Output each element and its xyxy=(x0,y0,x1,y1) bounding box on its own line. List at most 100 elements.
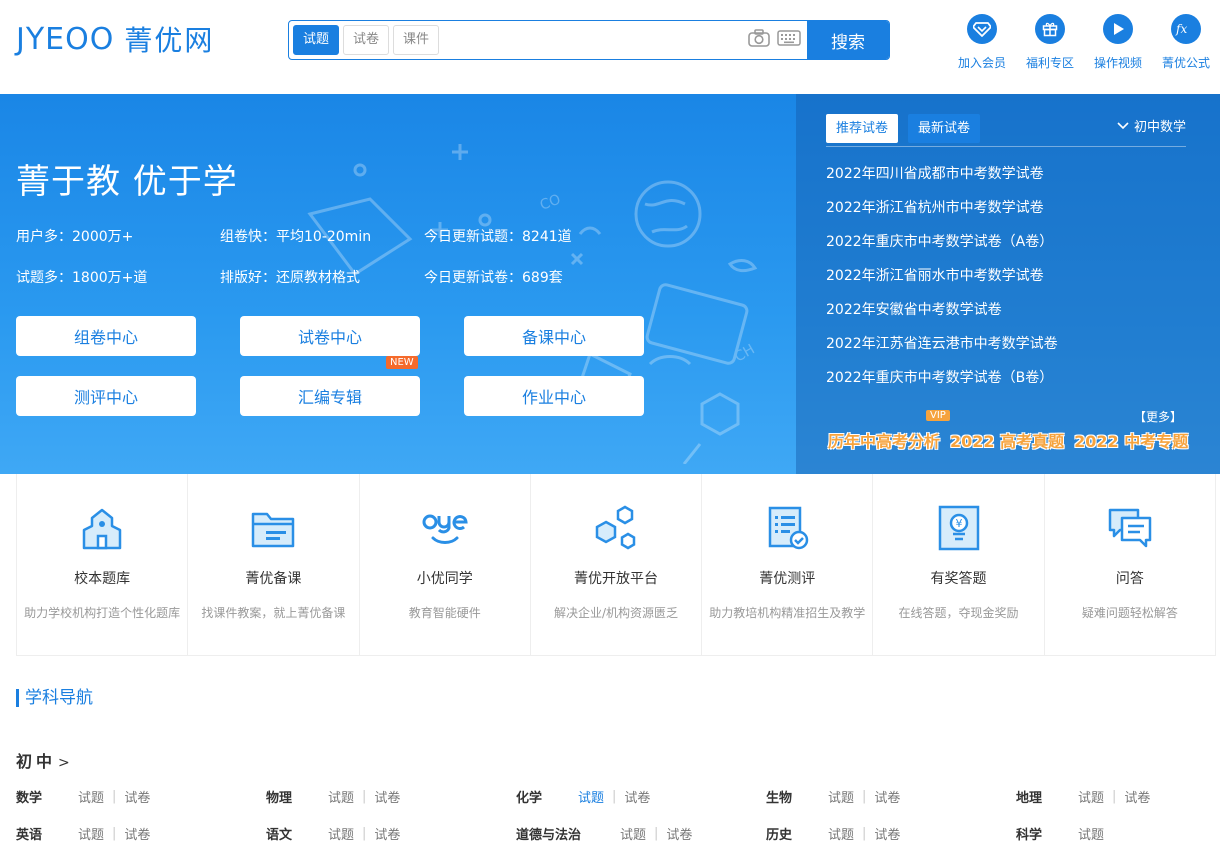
paper-center-button[interactable]: 试卷中心 xyxy=(240,316,420,356)
search-input[interactable] xyxy=(439,21,747,59)
compose-center-button[interactable]: 组卷中心 xyxy=(16,316,196,356)
gift-icon xyxy=(1035,14,1065,44)
divider xyxy=(826,146,1186,147)
papers-link[interactable]: 试卷 xyxy=(874,824,900,843)
search-tab-courseware[interactable]: 课件 xyxy=(393,25,439,55)
service-desc: 在线答题，夺现金奖励 xyxy=(899,604,1019,621)
header: JYEOO 菁优网 试题 试卷 课件 搜索 加入会员 福利专区 xyxy=(0,0,1220,94)
service-card-open-platform[interactable]: 菁优开放平台 解决企业/机构资源匮乏 xyxy=(531,474,702,655)
search-box: 试题 试卷 课件 搜索 xyxy=(288,20,890,60)
papers-link[interactable]: 试卷 xyxy=(374,787,400,806)
papers-link[interactable]: 试卷 xyxy=(624,787,650,806)
slogan: 菁于教 优于学 xyxy=(16,154,238,203)
service-card-lesson-prep[interactable]: 菁优备课 找课件教案，就上菁优备课 xyxy=(188,474,359,655)
hero-banner: CO CH 菁于教 优于学 用户多：2000万+ 组卷快：平均10-20min … xyxy=(0,94,1220,474)
separator: | xyxy=(362,789,366,804)
papers-link[interactable]: 试卷 xyxy=(666,824,692,843)
camera-icon[interactable] xyxy=(747,28,771,52)
formula-icon: fx xyxy=(1171,14,1201,44)
subject-dropdown[interactable]: 初中数学 xyxy=(1117,116,1186,135)
nav-label: 菁优公式 xyxy=(1162,54,1210,71)
papers-link[interactable]: 试卷 xyxy=(1124,787,1150,806)
service-card-assessment[interactable]: 菁优测评 助力教培机构精准招生及教学 xyxy=(702,474,873,655)
service-title: 问答 xyxy=(1116,568,1144,588)
special-links: 历年中高考分析 2022 高考真题 2022 中考专题 xyxy=(828,428,1188,452)
tab-recommended-papers[interactable]: 推荐试卷 xyxy=(826,114,898,143)
paper-link[interactable]: 2022年重庆市中考数学试卷（A卷） xyxy=(826,230,1058,264)
questions-link[interactable]: 试题 xyxy=(328,824,354,843)
stat-users: 用户多：2000万+ xyxy=(16,226,133,246)
paper-link[interactable]: 2022年四川省成都市中考数学试卷 xyxy=(826,162,1058,196)
stat-questions: 试题多：1800万+道 xyxy=(16,267,147,287)
questions-link[interactable]: 试题 xyxy=(828,787,854,806)
paper-link[interactable]: 2022年浙江省杭州市中考数学试卷 xyxy=(826,196,1058,230)
subject-name: 科学 xyxy=(1016,824,1078,843)
logo-text-en: JYEOO xyxy=(16,22,114,57)
exam-analysis-link[interactable]: 历年中高考分析 xyxy=(828,428,940,452)
questions-link[interactable]: 试题 xyxy=(328,787,354,806)
separator: | xyxy=(654,826,658,841)
service-card-xiaoyou[interactable]: 小优同学 教育智能硬件 xyxy=(360,474,531,655)
service-desc: 疑难问题轻松解答 xyxy=(1082,604,1178,621)
service-desc: 教育智能硬件 xyxy=(409,604,481,621)
questions-link[interactable]: 试题 xyxy=(78,824,104,843)
assessment-center-button[interactable]: 测评中心 xyxy=(16,376,196,416)
questions-link[interactable]: 试题 xyxy=(1078,824,1104,843)
search-button[interactable]: 搜索 xyxy=(807,20,889,60)
paper-link[interactable]: 2022年江苏省连云港市中考数学试卷 xyxy=(826,332,1058,366)
nav-formula[interactable]: fx 菁优公式 xyxy=(1152,14,1220,71)
stat-today-questions: 今日更新试题：8241道 xyxy=(424,226,572,246)
service-title: 校本题库 xyxy=(74,568,130,588)
questions-link[interactable]: 试题 xyxy=(78,787,104,806)
subject-science: 科学 试题 xyxy=(1016,824,1104,843)
more-link[interactable]: 【更多】 xyxy=(1134,408,1182,425)
nav-video[interactable]: 操作视频 xyxy=(1084,14,1152,71)
nav-welfare[interactable]: 福利专区 xyxy=(1016,14,1084,71)
search-tab-papers[interactable]: 试卷 xyxy=(343,25,389,55)
papers-link[interactable]: 试卷 xyxy=(124,787,150,806)
level-junior[interactable]: 初中> xyxy=(16,748,70,772)
service-card-qa[interactable]: 问答 疑难问题轻松解答 xyxy=(1045,474,1215,655)
keyboard-icon[interactable] xyxy=(777,28,801,52)
separator: | xyxy=(1112,789,1116,804)
questions-link[interactable]: 试题 xyxy=(828,824,854,843)
new-badge: NEW xyxy=(386,356,418,369)
certificate-icon: ¥ xyxy=(935,504,983,552)
svg-text:fx: fx xyxy=(1175,22,1187,36)
homework-center-button[interactable]: 作业中心 xyxy=(464,376,644,416)
compilation-button[interactable]: 汇编专辑 xyxy=(240,376,420,416)
subject-chinese: 语文 试题|试卷 xyxy=(266,824,400,843)
subject-name: 化学 xyxy=(516,787,578,806)
oye-logo-icon xyxy=(421,504,469,552)
subject-name: 数学 xyxy=(16,787,78,806)
service-card-school-bank[interactable]: 校本题库 助力学校机构打造个性化题库 xyxy=(17,474,188,655)
service-desc: 助力教培机构精准招生及教学 xyxy=(709,604,865,621)
gaokao-link[interactable]: 2022 高考真题 xyxy=(950,428,1064,452)
papers-link[interactable]: 试卷 xyxy=(874,787,900,806)
level-arrow: > xyxy=(58,755,70,771)
questions-link[interactable]: 试题 xyxy=(620,824,646,843)
paper-list: 2022年四川省成都市中考数学试卷 2022年浙江省杭州市中考数学试卷 2022… xyxy=(826,162,1058,400)
logo[interactable]: JYEOO 菁优网 xyxy=(16,22,214,56)
lesson-center-button[interactable]: 备课中心 xyxy=(464,316,644,356)
paper-link[interactable]: 2022年重庆市中考数学试卷（B卷） xyxy=(826,366,1058,400)
subject-name: 历史 xyxy=(766,824,828,843)
nav-label: 操作视频 xyxy=(1094,54,1142,71)
papers-link[interactable]: 试卷 xyxy=(374,824,400,843)
checklist-icon xyxy=(763,504,811,552)
search-tab-questions[interactable]: 试题 xyxy=(293,25,339,55)
questions-link[interactable]: 试题 xyxy=(578,787,604,806)
nav-join-member[interactable]: 加入会员 xyxy=(948,14,1016,71)
questions-link[interactable]: 试题 xyxy=(1078,787,1104,806)
service-card-prize-quiz[interactable]: ¥ 有奖答题 在线答题，夺现金奖励 xyxy=(873,474,1044,655)
papers-link[interactable]: 试卷 xyxy=(124,824,150,843)
subject-name: 生物 xyxy=(766,787,828,806)
service-title: 菁优测评 xyxy=(759,568,815,588)
separator: | xyxy=(112,789,116,804)
tab-latest-papers[interactable]: 最新试卷 xyxy=(908,114,980,143)
subject-biology: 生物 试题|试卷 xyxy=(766,787,900,806)
subject-name: 道德与法治 xyxy=(516,824,620,843)
zhongkao-link[interactable]: 2022 中考专题 xyxy=(1074,428,1188,452)
paper-link[interactable]: 2022年浙江省丽水市中考数学试卷 xyxy=(826,264,1058,298)
paper-link[interactable]: 2022年安徽省中考数学试卷 xyxy=(826,298,1058,332)
